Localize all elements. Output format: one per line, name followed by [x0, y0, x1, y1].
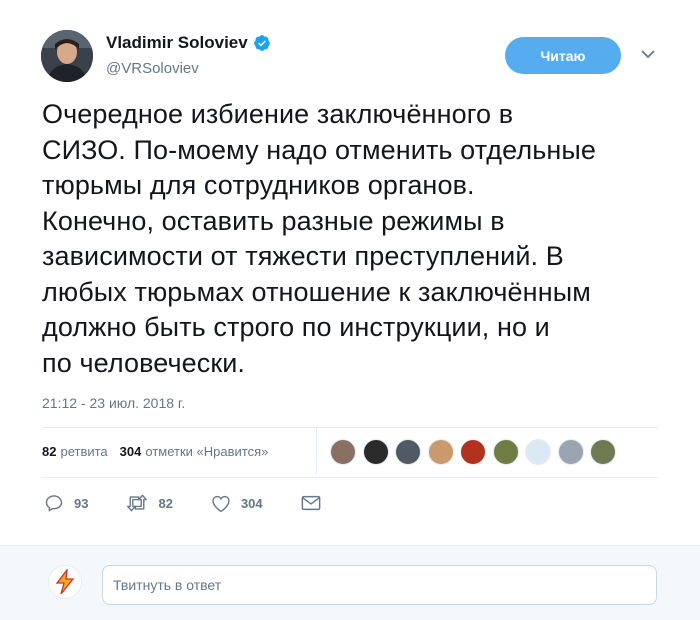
reply-button[interactable]: 93 [44, 493, 88, 513]
following-button[interactable]: Читаю [505, 37, 621, 74]
author-handle[interactable]: @VRSoloviev [106, 60, 199, 77]
liker-avatar[interactable] [460, 439, 486, 465]
divider [42, 477, 658, 478]
retweet-button[interactable]: 82 [126, 493, 173, 513]
liker-avatar[interactable] [525, 439, 551, 465]
retweets-stat[interactable]: 82 ретвита [42, 444, 108, 459]
divider [42, 427, 658, 428]
tweet-line: должно быть строго по инструкции, но и [42, 312, 550, 342]
direct-message-button[interactable] [301, 495, 331, 511]
tweet-line: Очередное избиение заключённого в [42, 99, 514, 129]
tweet-line: СИЗО. По-моему надо отменить отдельные [42, 134, 597, 165]
like-count: 304 [240, 495, 263, 511]
tweet-line: Конечно, оставить разные режимы в [42, 205, 505, 236]
verified-badge-icon [253, 35, 270, 51]
liker-avatar[interactable] [557, 439, 584, 465]
tweet-line: тюрьмы для сотрудников органов. [42, 170, 475, 200]
liker-avatar[interactable] [395, 439, 421, 465]
tweet-card: Vladimir Soloviev @VRSoloviev Читаю Очер… [0, 0, 700, 545]
likes-stat[interactable]: 304 отметки «Нравится» [120, 444, 269, 459]
liker-avatar[interactable] [427, 439, 454, 465]
author-avatar[interactable] [41, 30, 93, 82]
chevron-down-icon[interactable] [640, 48, 656, 60]
tweet-timestamp[interactable]: 21:12 - 23 июл. 2018 г. [42, 395, 185, 411]
author-name[interactable]: Vladimir Soloviev [106, 33, 271, 53]
author-name-text[interactable]: Vladimir Soloviev [106, 33, 248, 53]
heart-icon [212, 495, 230, 512]
envelope-icon [301, 495, 321, 511]
liker-avatar[interactable] [590, 439, 616, 465]
retweet-icon [127, 494, 148, 512]
current-user-avatar[interactable] [48, 565, 82, 599]
like-button[interactable]: 304 [211, 494, 263, 513]
reply-composer [0, 545, 700, 620]
tweet-line: любых тюрьмах отношение к заключённым [42, 276, 591, 307]
stats-separator [316, 428, 317, 474]
liker-avatar[interactable] [330, 439, 356, 465]
lightning-icon [55, 569, 75, 595]
tweet-text: Очередное избиение заключённого в СИЗО. … [42, 97, 672, 381]
liker-avatar[interactable] [492, 439, 519, 465]
retweet-count: 82 [158, 495, 173, 511]
reply-input[interactable] [102, 565, 657, 605]
tweet-line: по человечески. [42, 347, 246, 378]
tweet-actions: 93 82 304 [44, 493, 369, 513]
liker-avatar[interactable] [362, 439, 389, 465]
tweet-line: зависимости от тяжести преступлений. В [42, 241, 564, 271]
liker-avatars [330, 439, 623, 465]
reply-icon [45, 495, 63, 512]
reply-count: 93 [74, 495, 89, 511]
engagement-stats: 82 ретвита 304 отметки «Нравится» [42, 444, 268, 459]
